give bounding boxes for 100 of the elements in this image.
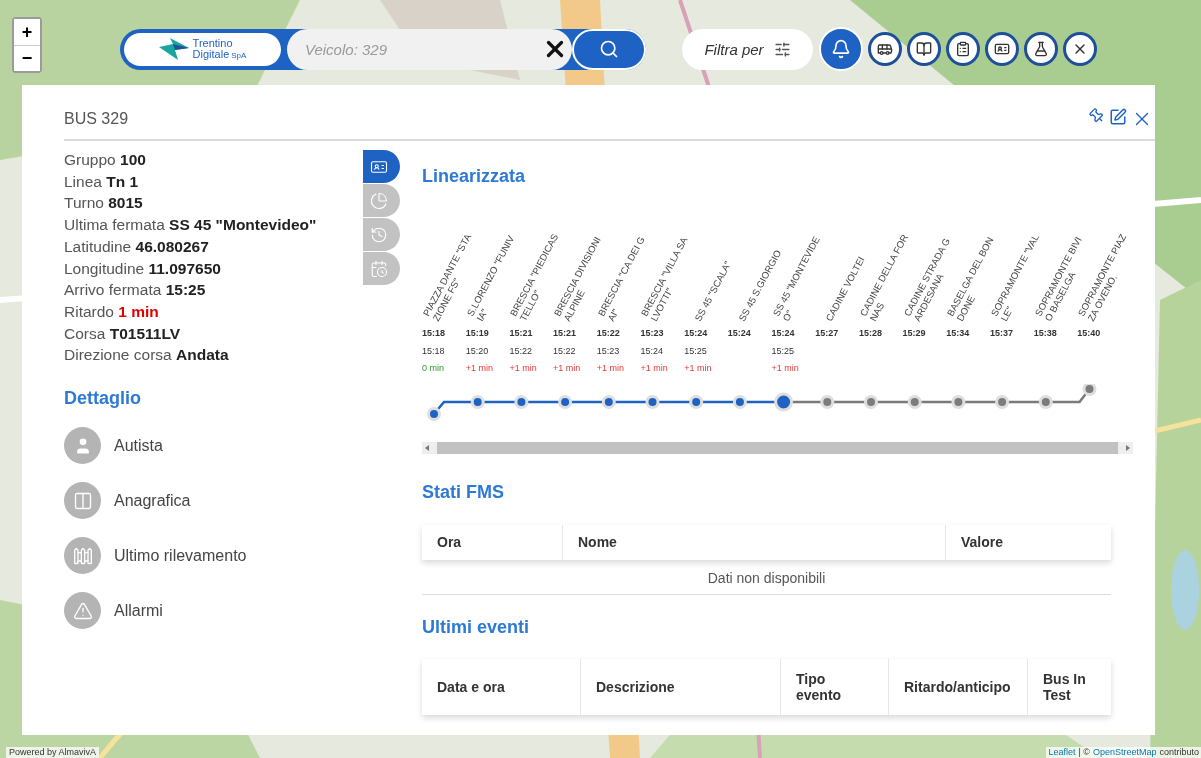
attribution-link[interactable]: OpenStreetMap xyxy=(1092,747,1157,758)
detail-icon xyxy=(64,427,101,465)
search-button[interactable] xyxy=(572,28,646,70)
scheduled-time: 15:24 xyxy=(684,327,709,340)
scheduled-time: 15:24 xyxy=(727,327,752,340)
pie-chart-icon xyxy=(370,191,388,210)
info-value: 11.097650 xyxy=(148,259,221,277)
search-icon xyxy=(599,39,619,59)
column-header: Ora xyxy=(436,533,463,552)
delay-value: +1 min xyxy=(509,362,538,375)
delay-value: 0 min xyxy=(422,362,445,375)
scheduled-time: 15:21 xyxy=(509,327,534,340)
actual-time: 15:25 xyxy=(771,344,796,358)
detail-link[interactable]: Anagrafica xyxy=(64,482,191,520)
delay-value: +1 min xyxy=(596,362,625,375)
scroll-left-icon xyxy=(425,444,429,451)
scheduled-time: 15:19 xyxy=(465,327,490,340)
sliders-icon xyxy=(773,40,791,58)
clipboard-icon xyxy=(955,41,971,57)
scheduled-time: 15:37 xyxy=(989,327,1014,340)
column-header: Ritardo/anticipo xyxy=(888,658,1027,715)
delay-value: +1 min xyxy=(640,362,669,375)
scheduled-time: 15:18 xyxy=(422,327,447,340)
actual-time: 15:23 xyxy=(596,344,621,358)
bell-icon xyxy=(831,39,851,59)
info-label: Gruppo xyxy=(64,151,116,168)
scroll-right-icon xyxy=(1126,444,1130,451)
attribution-text: Powered by AlmavivA xyxy=(6,747,100,758)
info-label: Ultima fermata xyxy=(64,216,165,234)
delay-value: +1 min xyxy=(684,362,713,375)
search-field[interactable]: Veicolo: 329 xyxy=(287,28,572,70)
delay-value: +1 min xyxy=(771,362,800,375)
attribution-link[interactable]: Leaflet xyxy=(1048,747,1076,758)
actual-time: 15:20 xyxy=(465,344,490,358)
delay-value: +1 min xyxy=(553,362,582,375)
section-title: Stati FMS xyxy=(422,481,505,503)
history-icon xyxy=(370,225,388,244)
scheduled-time: 15:28 xyxy=(858,327,883,340)
info-label: Direzione corsa xyxy=(64,346,172,364)
logo-icon xyxy=(158,38,189,60)
info-value: 8015 xyxy=(108,194,143,212)
section-title: Ultimi eventi xyxy=(422,616,531,638)
actual-time: 15:18 xyxy=(422,344,446,358)
zoom-out-button[interactable]: − xyxy=(14,45,40,71)
side-tab[interactable] xyxy=(363,150,400,183)
column-header: Valore xyxy=(945,524,1111,560)
detail-icon xyxy=(64,537,101,575)
section-title: Dettaglio xyxy=(64,388,142,410)
flask-icon xyxy=(1033,41,1049,57)
actual-time: 15:22 xyxy=(509,344,533,358)
info-value: 15:25 xyxy=(165,281,206,299)
info-label: Longitudine xyxy=(64,259,145,277)
edit-icon xyxy=(1109,108,1127,126)
calendar-clock-icon xyxy=(370,259,388,278)
book-icon xyxy=(916,41,932,57)
detail-icon xyxy=(64,482,101,520)
scheduled-time: 15:23 xyxy=(640,327,665,340)
detail-link[interactable]: Ultimo rilevamento xyxy=(64,537,247,575)
scheduled-time: 15:24 xyxy=(771,327,796,340)
info-label: Turno xyxy=(64,194,104,212)
bus-icon xyxy=(877,41,893,57)
delay-value: +1 min xyxy=(465,362,494,375)
info-value: Andata xyxy=(176,346,229,364)
info-value: 1 min xyxy=(118,302,159,320)
info-value: SS 45 "Montevideo" xyxy=(169,216,317,234)
info-value: Tn 1 xyxy=(106,172,139,190)
info-label: Latitudine xyxy=(64,237,132,255)
scheduled-time: 15:21 xyxy=(553,327,578,340)
actual-time: 15:22 xyxy=(553,344,577,358)
column-header: Tipo evento xyxy=(780,658,888,715)
info-label: Arrivo fermata xyxy=(64,281,162,299)
column-header: Nome xyxy=(562,524,945,560)
column-header: Bus In Test xyxy=(1027,658,1111,715)
attribution-text: | © xyxy=(1078,747,1090,758)
info-value: T01511LV xyxy=(109,324,181,342)
scheduled-time: 15:38 xyxy=(1033,327,1058,340)
info-value: 100 xyxy=(120,151,146,168)
detail-link[interactable]: Autista xyxy=(64,427,163,465)
scheduled-time: 15:22 xyxy=(596,327,621,340)
attribution-text: contributo xyxy=(1159,747,1199,758)
scheduled-time: 15:27 xyxy=(815,327,840,340)
empty-message: Dati non disponibili xyxy=(422,559,1111,595)
detail-icon xyxy=(64,592,101,630)
info-label: Corsa xyxy=(64,324,106,342)
id-card-icon xyxy=(994,41,1010,57)
logo-text: Trentino xyxy=(192,37,234,49)
scheduled-time: 15:29 xyxy=(902,327,927,340)
scheduled-time: 15:34 xyxy=(946,327,971,340)
logo-text: Digitale SpA xyxy=(192,48,247,61)
column-header: Data e ora xyxy=(436,677,506,697)
section-title: Linearizzata xyxy=(422,166,527,187)
column-header: Descrizione xyxy=(580,658,780,715)
scheduled-time: 15:40 xyxy=(1077,327,1102,340)
actual-time: 15:24 xyxy=(640,344,664,358)
actual-time: 15:25 xyxy=(684,344,708,358)
panel-title: BUS 329 xyxy=(64,110,129,128)
info-label: Linea xyxy=(64,172,102,190)
info-value: 46.080267 xyxy=(135,237,209,255)
detail-link[interactable]: Allarmi xyxy=(64,592,163,630)
info-label: Ritardo xyxy=(64,302,114,320)
